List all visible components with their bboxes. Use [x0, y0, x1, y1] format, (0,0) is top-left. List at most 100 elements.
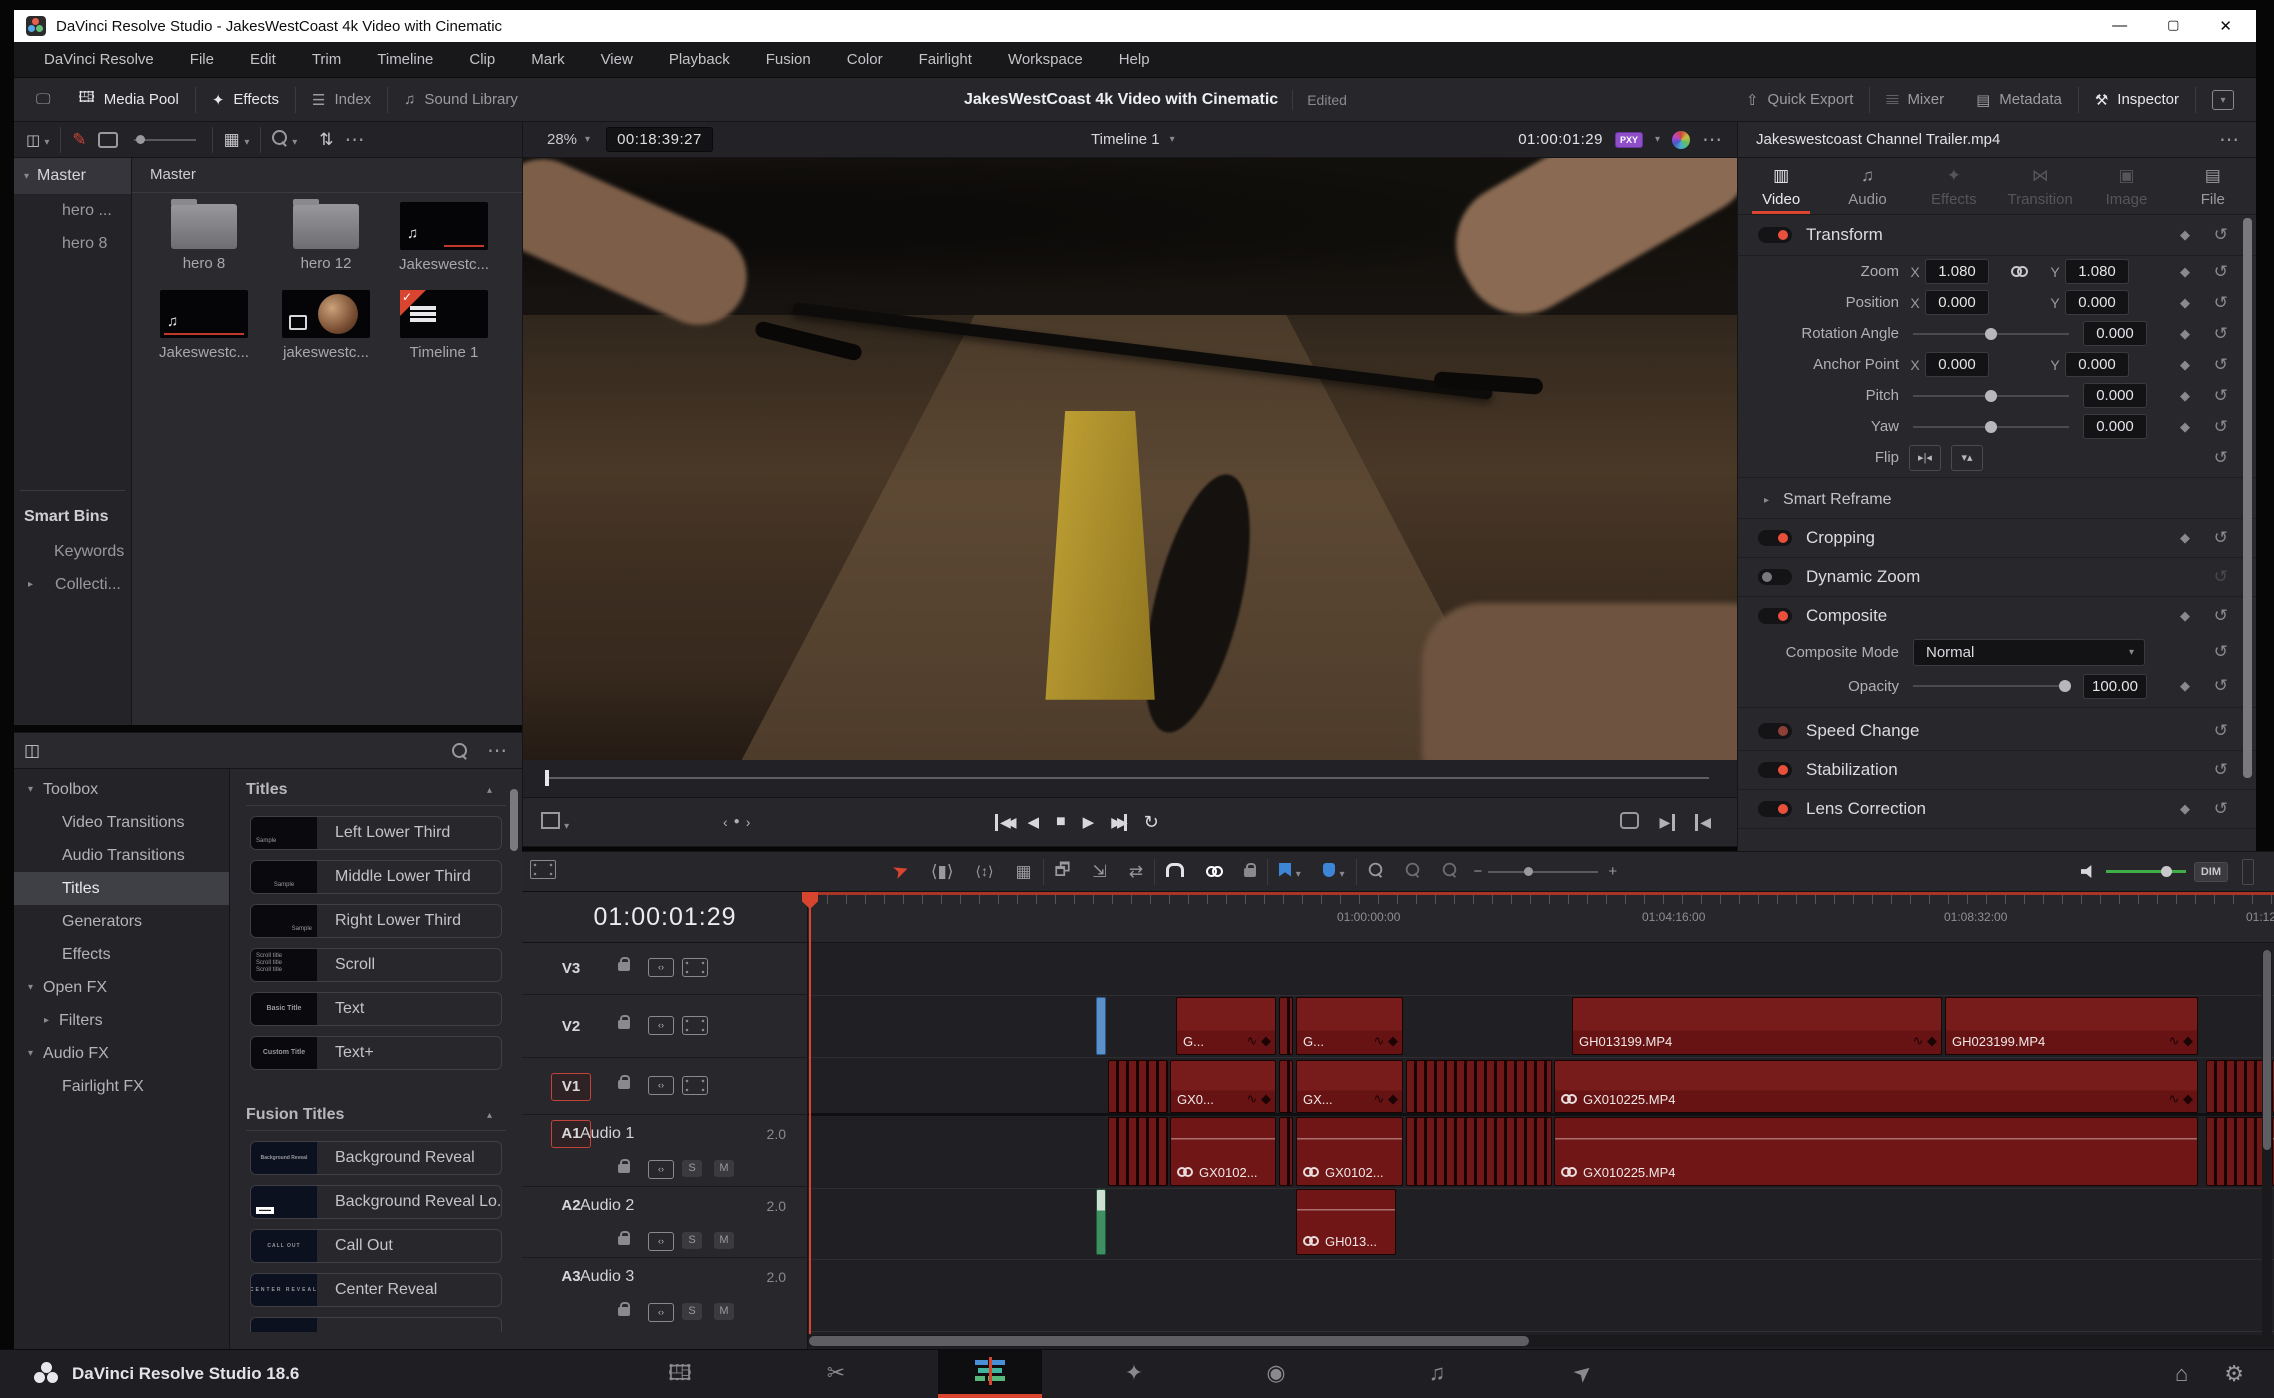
auto-select-icon[interactable]: ‹› [648, 1076, 674, 1095]
timeline-clip[interactable]: GX010225.MP4 [1554, 1117, 2198, 1186]
dim-button[interactable]: DIM [2194, 862, 2228, 882]
track-header-v1[interactable]: V1 ‹› [522, 1058, 808, 1115]
cinema-mode-button[interactable] [1620, 812, 1639, 833]
dynamic-zoom-toggle[interactable] [1758, 569, 1792, 585]
timeline-clip[interactable] [1279, 997, 1293, 1055]
cropping-toggle[interactable] [1758, 530, 1792, 546]
title-text[interactable]: Basic TitleText [250, 992, 502, 1026]
media-item-folder[interactable]: hero 12 [276, 204, 376, 272]
smart-bin-keywords[interactable]: Keywords [14, 535, 131, 568]
tree-titles[interactable]: Titles [14, 872, 229, 905]
zoom-x-field[interactable]: 1.080 [1925, 259, 1989, 284]
quick-export-button[interactable]: ⇧Quick Export [1730, 91, 1869, 109]
reset-icon[interactable]: ↺ [2214, 262, 2228, 282]
timeline-view-options[interactable] [530, 860, 556, 884]
sound-library-button[interactable]: ♫Sound Library [388, 78, 534, 121]
mute-button[interactable]: M [714, 1160, 734, 1177]
comment-icon[interactable] [98, 132, 118, 148]
menu-playback[interactable]: Playback [669, 51, 730, 68]
keyframe-icon[interactable]: ◆ [2180, 419, 2190, 435]
timeline-clip[interactable]: GH013... [1296, 1189, 1396, 1255]
flip-horizontal-button[interactable]: ▸|◂ [1909, 445, 1941, 471]
volume-slider[interactable] [2106, 870, 2186, 873]
color-grade-icon[interactable] [1672, 131, 1690, 149]
fusion-title-center-reveal[interactable]: CENTER REVEALCenter Reveal [250, 1273, 502, 1307]
bin-hero8[interactable]: hero 8 [14, 227, 131, 260]
page-color[interactable]: ◉ [1224, 1350, 1328, 1398]
timeline-clip[interactable]: GX0102... [1170, 1117, 1276, 1186]
selection-mode-button[interactable]: ➤ [890, 858, 913, 885]
opacity-field[interactable]: 100.00 [2083, 674, 2147, 699]
timeline-clip[interactable] [1096, 1189, 1106, 1255]
mute-button[interactable]: M [714, 1232, 734, 1249]
tree-effects[interactable]: Effects [14, 938, 229, 971]
replace-clip-button[interactable]: ⇄ [1129, 862, 1143, 882]
timeline-clip[interactable]: GX0...∿ ◆ [1170, 1060, 1276, 1113]
rotation-field[interactable]: 0.000 [2083, 321, 2147, 346]
viewer-playhead[interactable] [545, 770, 549, 786]
collapse-icon[interactable]: ▴ [487, 1110, 492, 1121]
reset-icon[interactable]: ↺ [2214, 417, 2228, 437]
transform-tool-button[interactable]: ▾ [541, 812, 569, 833]
grid-view-button[interactable]: ▦ ▾ [224, 130, 250, 150]
tree-video-transitions[interactable]: Video Transitions [14, 806, 229, 839]
auto-select-icon[interactable]: ‹› [648, 1303, 674, 1322]
timeline-clip[interactable]: GX0102... [1296, 1117, 1403, 1186]
transform-toggle[interactable] [1758, 227, 1792, 243]
razor-tool-button[interactable]: ▦ [1015, 862, 1031, 882]
flag-button[interactable]: ▾ [1279, 862, 1301, 882]
timeline-clip[interactable] [2206, 1117, 2270, 1186]
pitch-slider[interactable] [1913, 395, 2069, 397]
timeline-clip[interactable]: GH013199.MP4∿ ◆ [1572, 997, 1942, 1055]
solo-button[interactable]: S [682, 1160, 702, 1177]
reset-icon[interactable]: ↺ [2214, 386, 2228, 406]
media-item-audio[interactable]: ♫Jakeswestc... [154, 290, 254, 361]
trim-edit-mode-button[interactable]: ⟨▮⟩ [931, 862, 954, 882]
first-frame-button[interactable]: ◀◀ [995, 814, 1010, 831]
reset-icon[interactable]: ↺ [2214, 528, 2228, 548]
stabilization-section[interactable]: Stabilization ↺ [1738, 751, 2256, 790]
minimize-button[interactable]: — [2112, 17, 2127, 35]
timeline-clip[interactable]: G...∿ ◆ [1296, 997, 1403, 1055]
keyframe-icon[interactable]: ◆ [2180, 801, 2190, 817]
menu-davinci-resolve[interactable]: DaVinci Resolve [44, 51, 154, 68]
speed-change-section[interactable]: Speed Change ↺ [1738, 712, 2256, 751]
playhead[interactable] [809, 892, 811, 1334]
fusion-title-call-out[interactable]: CALL OUTCall Out [250, 1229, 502, 1263]
menu-file[interactable]: File [190, 51, 214, 68]
title-middle-lower-third[interactable]: SampleMiddle Lower Third [250, 860, 502, 894]
zoom-y-field[interactable]: 1.080 [2065, 259, 2129, 284]
reset-icon[interactable]: ↺ [2214, 642, 2228, 662]
lock-icon[interactable] [618, 1236, 630, 1245]
dynamic-trim-mode-button[interactable]: ⟨↕⟩ [976, 863, 994, 880]
timeline-clip[interactable] [2206, 1060, 2270, 1113]
tree-toolbox[interactable]: ▾Toolbox [14, 773, 229, 806]
expand-panel-button[interactable]: ▾ [2196, 90, 2256, 110]
keyframe-icon[interactable]: ◆ [2180, 264, 2190, 280]
media-pool-button[interactable]: 🖽Media Pool [62, 78, 194, 121]
speed-change-toggle[interactable] [1758, 723, 1792, 739]
menu-view[interactable]: View [601, 51, 633, 68]
page-edit[interactable] [938, 1350, 1042, 1398]
anchor-y-field[interactable]: 0.000 [2065, 352, 2129, 377]
keyframe-icon[interactable]: ◆ [2180, 530, 2190, 546]
reset-icon[interactable]: ↺ [2214, 324, 2228, 344]
track-header-v2[interactable]: V2 ‹› [522, 995, 808, 1058]
page-cut[interactable]: ✂ [784, 1350, 888, 1398]
timeline-clip[interactable]: GX010225.MP4∿ ◆ [1554, 1060, 2198, 1113]
reset-icon[interactable]: ↺ [2214, 606, 2228, 626]
keyframe-icon[interactable]: ◆ [2180, 608, 2190, 624]
bin-hero[interactable]: hero ... [14, 194, 131, 227]
track-enable-icon[interactable] [682, 958, 708, 977]
timeline-clip[interactable] [1096, 997, 1106, 1055]
viewer-options[interactable]: ⋯ [1702, 127, 1723, 152]
menu-color[interactable]: Color [847, 51, 883, 68]
keyframe-icon[interactable]: ◆ [2180, 326, 2190, 342]
timeline-clip[interactable]: GX...∿ ◆ [1296, 1060, 1403, 1113]
title-text-plus[interactable]: Custom TitleText+ [250, 1036, 502, 1070]
reset-icon[interactable]: ↺ [2214, 225, 2228, 245]
inspector-scrollbar[interactable] [2243, 218, 2252, 778]
overwrite-clip-button[interactable]: ⇲ [1093, 862, 1107, 882]
composite-mode-dropdown[interactable]: Normal▾ [1913, 639, 2145, 666]
composite-toggle[interactable] [1758, 608, 1792, 624]
